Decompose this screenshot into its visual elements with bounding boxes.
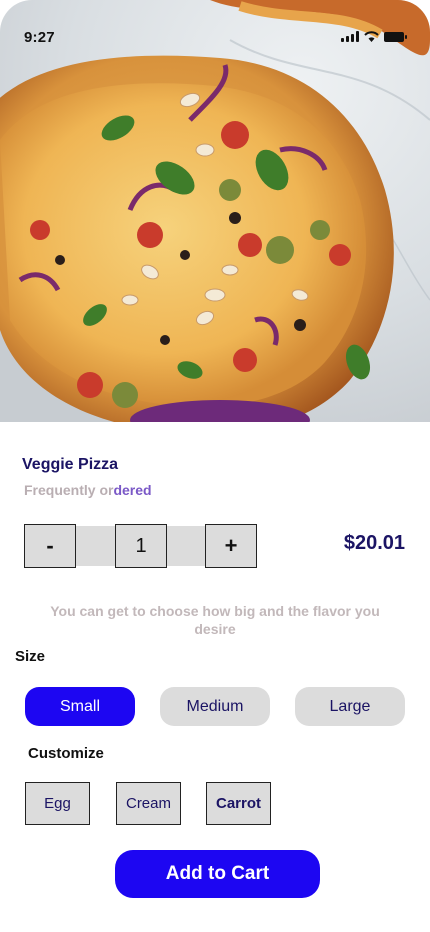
quantity-value: 1 bbox=[115, 524, 167, 568]
signal-icon bbox=[341, 31, 359, 42]
customize-cream-button[interactable]: Cream bbox=[116, 782, 181, 825]
product-price: $20.01 bbox=[343, 532, 405, 554]
customize-carrot-button[interactable]: Carrot bbox=[206, 782, 271, 825]
pizza-image bbox=[0, 0, 430, 422]
product-tag-accent: dered bbox=[113, 482, 152, 498]
product-title: Veggie Pizza bbox=[22, 456, 119, 473]
wifi-icon bbox=[364, 31, 379, 42]
size-medium-button[interactable]: Medium bbox=[160, 687, 270, 726]
size-large-button[interactable]: Large bbox=[295, 687, 405, 726]
battery-icon bbox=[384, 32, 407, 42]
size-section-label: Size bbox=[15, 648, 46, 665]
customize-section-label: Customize bbox=[28, 745, 104, 762]
decrease-quantity-button[interactable]: - bbox=[24, 524, 76, 568]
product-tag: Frequently ordered bbox=[24, 482, 152, 498]
status-icons bbox=[341, 31, 407, 42]
product-screen: 9:27 Veggie Pizza Frequently ordered - 1… bbox=[0, 0, 430, 932]
product-tag-prefix: Frequently or bbox=[24, 482, 114, 498]
customize-egg-button[interactable]: Egg bbox=[25, 782, 90, 825]
size-small-button[interactable]: Small bbox=[25, 687, 135, 726]
pizza-photo bbox=[0, 0, 430, 422]
status-time: 9:27 bbox=[24, 29, 55, 46]
increase-quantity-button[interactable]: + bbox=[205, 524, 257, 568]
quantity-stepper: - 1 + bbox=[24, 524, 257, 568]
add-to-cart-button[interactable]: Add to Cart bbox=[115, 850, 320, 898]
product-description: You can get to choose how big and the fl… bbox=[50, 603, 380, 637]
